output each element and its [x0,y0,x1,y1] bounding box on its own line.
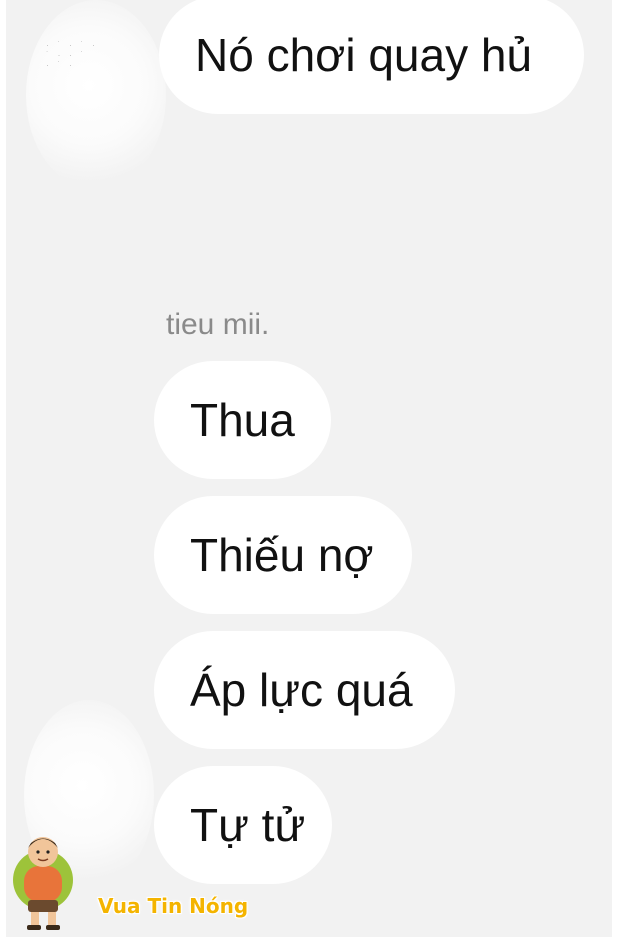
message-text: Thiếu nợ [190,529,374,581]
mascot-icon [13,837,73,930]
message-bubble-1[interactable]: Thua [154,361,331,479]
sender-name: tieu mii. [166,308,270,341]
watermark: Vua Tin Nóng [8,828,268,933]
message-bubble-2[interactable]: Thiếu nợ [154,496,412,614]
message-bubble-3[interactable]: Áp lực quá [154,631,455,749]
message-text: Nó chơi quay hủ [195,29,533,81]
message-text: Thua [190,394,295,446]
chat-screenshot: · ˙ · ˙ · ˙ · · ˙ · ˙ · Nó chơi quay hủ ti… [6,0,612,937]
avatar-noise: · ˙ · ˙ · ˙ · · ˙ · ˙ · [46,40,98,70]
message-bubble-top[interactable]: Nó chơi quay hủ [159,0,584,114]
watermark-text: Vua Tin Nóng [98,894,249,918]
message-text: Áp lực quá [190,664,413,716]
blurred-avatar-top [26,0,166,190]
